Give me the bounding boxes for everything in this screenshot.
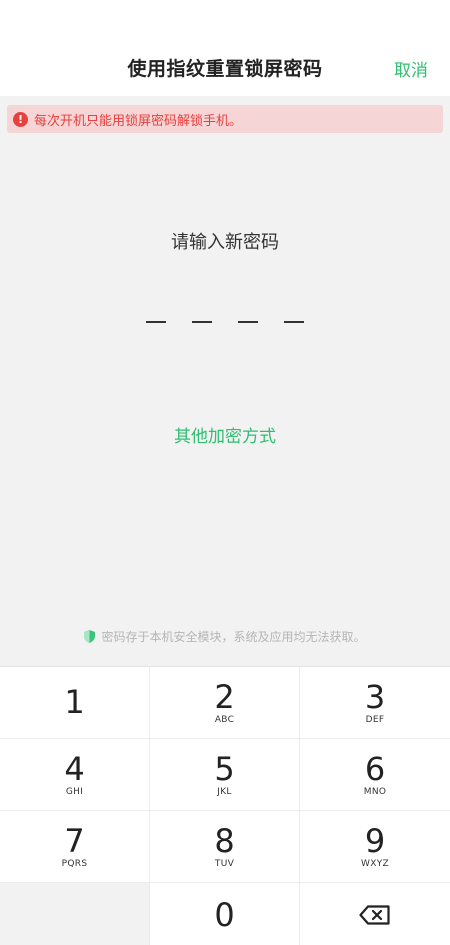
key-letters: DEF: [365, 715, 385, 725]
key-6[interactable]: 6 MNO: [300, 739, 450, 811]
backspace-key[interactable]: [300, 883, 450, 945]
key-letters: WXYZ: [361, 859, 389, 869]
key-digit: 3: [364, 678, 386, 716]
password-prompt: 请输入新密码: [171, 232, 279, 253]
security-note: 密码存于本机安全模块，系统及应用均无法获取。: [0, 628, 450, 645]
key-5[interactable]: 5 JKL: [150, 739, 300, 811]
key-7[interactable]: 7 PQRS: [0, 811, 150, 883]
key-digit: 6: [364, 750, 386, 788]
header-bar: 使用指纹重置锁屏密码 取消: [0, 0, 450, 96]
key-8[interactable]: 8 TUV: [150, 811, 300, 883]
key-digit: 4: [64, 750, 85, 788]
key-9[interactable]: 9 WXYZ: [300, 811, 450, 883]
exclamation-icon: !: [13, 111, 28, 127]
key-3[interactable]: 3 DEF: [300, 667, 450, 739]
pin-indicator: [146, 321, 304, 325]
key-letters: GHI: [65, 787, 84, 797]
warning-text: 每次开机只能用锁屏密码解锁手机。: [34, 113, 243, 129]
key-digit: 5: [214, 750, 235, 788]
key-digit: 0: [214, 895, 235, 934]
shield-icon: [84, 630, 96, 643]
security-note-text: 密码存于本机安全模块，系统及应用均无法获取。: [101, 630, 366, 644]
key-digit: 1: [64, 683, 85, 721]
key-0[interactable]: 0: [150, 883, 300, 945]
pin-slot-4: [284, 321, 304, 323]
key-letters: MNO: [363, 787, 387, 797]
key-letters: PQRS: [61, 859, 88, 869]
key-letters: JKL: [217, 787, 232, 797]
key-letters: ABC: [214, 715, 235, 725]
pin-slot-1: [146, 321, 166, 323]
content-area: ! 每次开机只能用锁屏密码解锁手机。 请输入新密码 其他加密方式 密码存于本机安…: [0, 96, 450, 666]
warning-banner: ! 每次开机只能用锁屏密码解锁手机。: [7, 105, 443, 133]
key-2[interactable]: 2 ABC: [150, 667, 300, 739]
key-digit: 8: [214, 822, 235, 860]
key-digit: 9: [364, 822, 386, 860]
key-1[interactable]: 1: [0, 667, 150, 739]
key-digit: 2: [214, 678, 235, 716]
numeric-keypad: 1 2 ABC 3 DEF 4 GHI 5 JKL 6 MNO 7 PQRS 8…: [0, 666, 450, 945]
backspace-icon: [359, 904, 390, 925]
other-encryption-method-link[interactable]: 其他加密方式: [0, 422, 450, 447]
key-blank: [0, 883, 150, 945]
pin-slot-3: [238, 321, 258, 323]
pin-slot-2: [192, 321, 212, 323]
key-letters: TUV: [214, 859, 235, 869]
cancel-button[interactable]: 取消: [394, 56, 428, 81]
key-digit: 7: [64, 822, 85, 860]
page-title: 使用指纹重置锁屏密码: [127, 58, 323, 80]
key-4[interactable]: 4 GHI: [0, 739, 150, 811]
